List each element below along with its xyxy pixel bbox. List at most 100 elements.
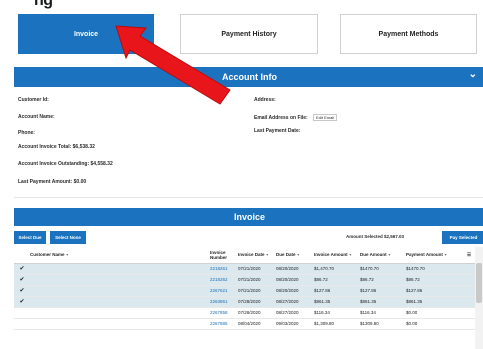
tab-bar: Invoice Payment History Payment Methods	[0, 14, 483, 56]
last-payment-date-label: Last Payment Date:	[254, 128, 301, 134]
select-due-button[interactable]: Select Due	[14, 231, 46, 244]
phone-label: Phone:	[18, 130, 35, 136]
table-row[interactable]: ✔ 2218261 07/21/2020 08/20/2020 $1,470.70 $14…	[14, 263, 475, 275]
invoice-grid: Customer Name▼ Invoice Number Invoice Da…	[14, 247, 475, 349]
tab-payment-history[interactable]: Payment History	[180, 14, 318, 54]
column-header[interactable]: Invoice Date▼	[236, 247, 274, 264]
sort-caret-icon: ▼	[65, 253, 69, 258]
invoice-title: Invoice	[233, 212, 265, 222]
tab-invoice[interactable]: Invoice	[18, 14, 154, 54]
row-checkbox[interactable]	[14, 307, 28, 319]
sort-caret-icon: ▼	[296, 253, 300, 258]
column-header[interactable]: Customer Name▼	[28, 247, 208, 264]
invoice-toolbar: Select Due Select None Amount Selected $…	[14, 229, 483, 245]
cell-invoice-amount: $861.35	[312, 296, 358, 308]
account-name-label: Account Name:	[18, 114, 55, 120]
cell-payment-amount: $86.72	[404, 274, 465, 286]
cell-payment-amount: $0.00	[404, 307, 465, 319]
checkmark-icon[interactable]: ✔	[14, 263, 28, 275]
account-invoice-total: Account Invoice Total: $6,538.32	[18, 144, 95, 150]
tab-payment-methods[interactable]: Payment Methods	[340, 14, 477, 54]
column-header[interactable]: Due Amount▼	[358, 247, 404, 264]
account-invoice-outstanding: Account Invoice Outstanding: $4,558.32	[18, 161, 113, 167]
cell-invoice-amount: $86.72	[312, 274, 358, 286]
sort-caret-icon: ▼	[348, 253, 353, 258]
customer-id-label: Customer Id:	[18, 97, 49, 103]
cell-invoice-amount: $116.34	[312, 307, 358, 319]
row-spacer	[465, 263, 475, 275]
cell-number[interactable]: 2267885	[208, 318, 236, 330]
account-info-body: Customer Id: Account Name: Phone: Accoun…	[14, 88, 483, 198]
amount-selected: Amount Selected $2,567.03	[346, 234, 405, 239]
row-spacer	[465, 318, 475, 330]
column-header[interactable]: Invoice Amount▼	[312, 247, 358, 264]
table-row[interactable]: ✔ 2218262 07/21/2020 08/20/2020 $86.72 $86.72…	[14, 274, 475, 286]
sort-caret-icon: ▼	[265, 253, 269, 258]
column-header[interactable]: Payment Amount▼	[404, 247, 465, 264]
cell-number[interactable]: 2267621	[208, 285, 236, 297]
row-checkbox[interactable]	[14, 318, 28, 330]
column-menu-icon[interactable]: ☰	[465, 247, 475, 264]
checkmark-icon[interactable]: ✔	[14, 296, 28, 308]
cell-due-amount: $861.35	[358, 296, 404, 308]
sort-caret-icon: ▼	[387, 253, 392, 258]
cell-invoice-date: 08/04/2020	[236, 318, 274, 330]
cell-number[interactable]: 2267858	[208, 307, 236, 319]
column-header-label: Due Date	[276, 252, 296, 258]
invoice-table-body: ✔ 2218261 07/21/2020 08/20/2020 $1,470.70 $14…	[14, 263, 475, 330]
cell-due-amount: $86.72	[358, 274, 404, 286]
column-header[interactable]: Due Date▼	[274, 247, 312, 264]
column-header[interactable]: Invoice Number	[208, 247, 236, 264]
cell-number[interactable]: 2218261	[208, 263, 236, 275]
cell-customer	[28, 296, 208, 308]
cell-due-amount: $1470.70	[358, 263, 404, 275]
column-header-label: Customer Name	[30, 252, 65, 258]
table-row[interactable]: 2267858 07/28/2020 08/27/2020 $116.34 $116.3…	[14, 307, 475, 319]
cell-payment-amount: $1470.70	[404, 263, 465, 275]
table-row[interactable]: 2267885 08/04/2020 09/03/2020 $1,309.80 $130…	[14, 318, 475, 330]
column-header-label: Invoice Number	[210, 249, 228, 260]
invoice-header: Invoice	[14, 208, 483, 226]
chevron-down-icon[interactable]: ⌄	[469, 69, 477, 80]
scrollbar-thumb[interactable]	[476, 263, 482, 303]
cell-customer	[28, 318, 208, 330]
row-spacer	[465, 307, 475, 319]
cell-due-amount: $127.86	[358, 285, 404, 297]
account-info-header[interactable]: Account Info ⌄	[14, 67, 483, 87]
cell-due-date: 09/03/2020	[274, 318, 312, 330]
cell-payment-amount: $127.86	[404, 285, 465, 297]
cell-invoice-amount: $1,470.70	[312, 263, 358, 275]
cell-customer	[28, 263, 208, 275]
sort-caret-icon: ▼	[443, 253, 448, 258]
column-header-label: Due Amount	[360, 252, 387, 258]
pay-selected-button[interactable]: Pay Selected	[442, 231, 483, 244]
cell-customer	[28, 274, 208, 286]
table-row[interactable]: ✔ 2267621 07/21/2020 08/20/2020 $127.86 $127.…	[14, 285, 475, 297]
select-none-button[interactable]: Select None	[50, 231, 86, 244]
edit-email-button[interactable]: Edit Email	[313, 114, 338, 121]
select-all-header[interactable]	[14, 247, 28, 264]
account-info-title: Account Info	[222, 72, 277, 82]
grid-scrollbar[interactable]	[475, 247, 483, 349]
cell-payment-amount: $861.35	[404, 296, 465, 308]
cell-customer	[28, 285, 208, 297]
email-label: Email Address on File:	[254, 115, 308, 121]
cell-due-date: 08/27/2020	[274, 307, 312, 319]
cell-customer	[28, 307, 208, 319]
cell-due-date: 08/20/2020	[274, 263, 312, 275]
row-spacer	[465, 296, 475, 308]
cell-payment-amount: $0.00	[404, 318, 465, 330]
cell-invoice-date: 07/21/2020	[236, 263, 274, 275]
last-payment-amount: Last Payment Amount: $0.00	[18, 179, 87, 185]
checkmark-icon[interactable]: ✔	[14, 274, 28, 286]
cell-invoice-amount: $1,309.80	[312, 318, 358, 330]
email-row: Email Address on File: Edit Email	[254, 114, 338, 121]
table-row[interactable]: ✔ 2263861 07/28/2020 08/27/2020 $861.35 $861.…	[14, 296, 475, 308]
cell-number[interactable]: 2263861	[208, 296, 236, 308]
cell-invoice-amount: $127.86	[312, 285, 358, 297]
page-heading-partial: ng	[0, 0, 483, 10]
column-header-label: Invoice Date	[238, 252, 265, 258]
cell-due-date: 08/20/2020	[274, 285, 312, 297]
cell-number[interactable]: 2218262	[208, 274, 236, 286]
checkmark-icon[interactable]: ✔	[14, 285, 28, 297]
